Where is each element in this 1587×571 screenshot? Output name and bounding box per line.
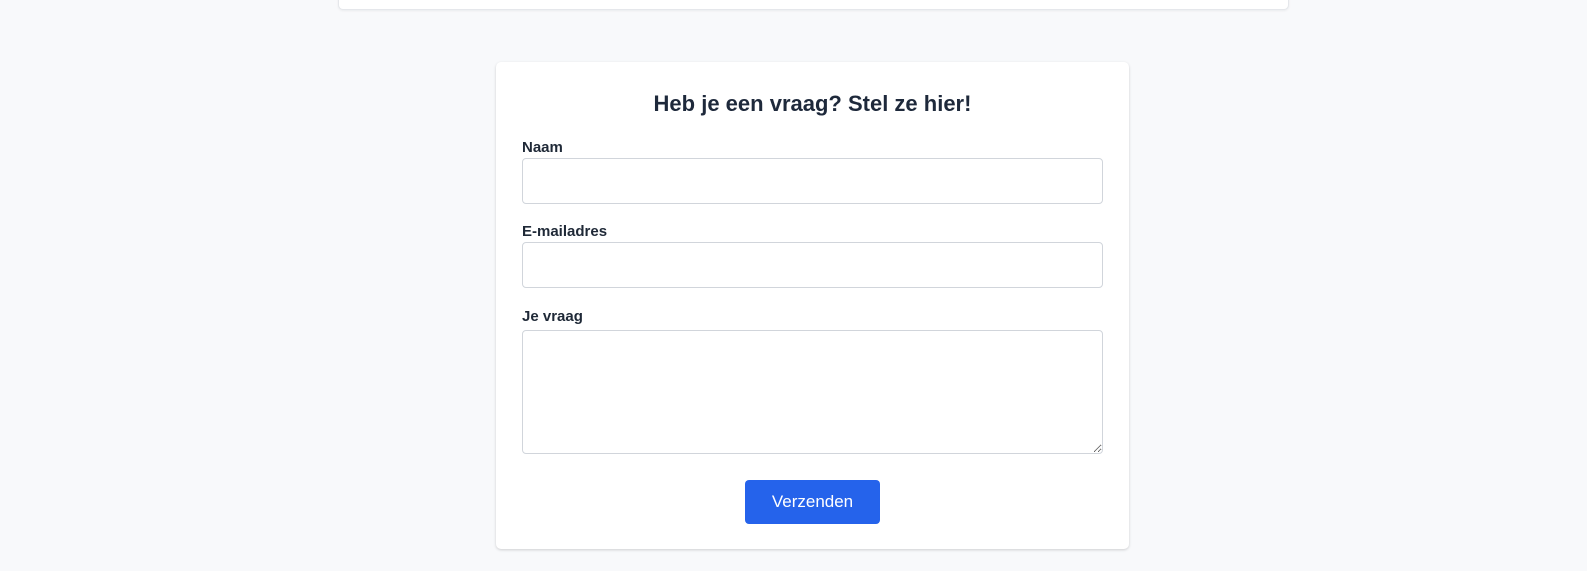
name-label: Naam [522,139,563,156]
question-label: Je vraag [522,308,583,325]
question-textarea[interactable] [522,330,1103,454]
previous-section-card [338,0,1289,10]
submit-button[interactable]: Verzenden [745,480,880,524]
email-label: E-mailadres [522,223,608,240]
question-form-card: Heb je een vraag? Stel ze hier! Naam E-m… [496,62,1129,549]
name-input[interactable] [522,158,1103,204]
form-title: Heb je een vraag? Stel ze hier! [653,91,972,116]
email-input[interactable] [522,242,1103,288]
